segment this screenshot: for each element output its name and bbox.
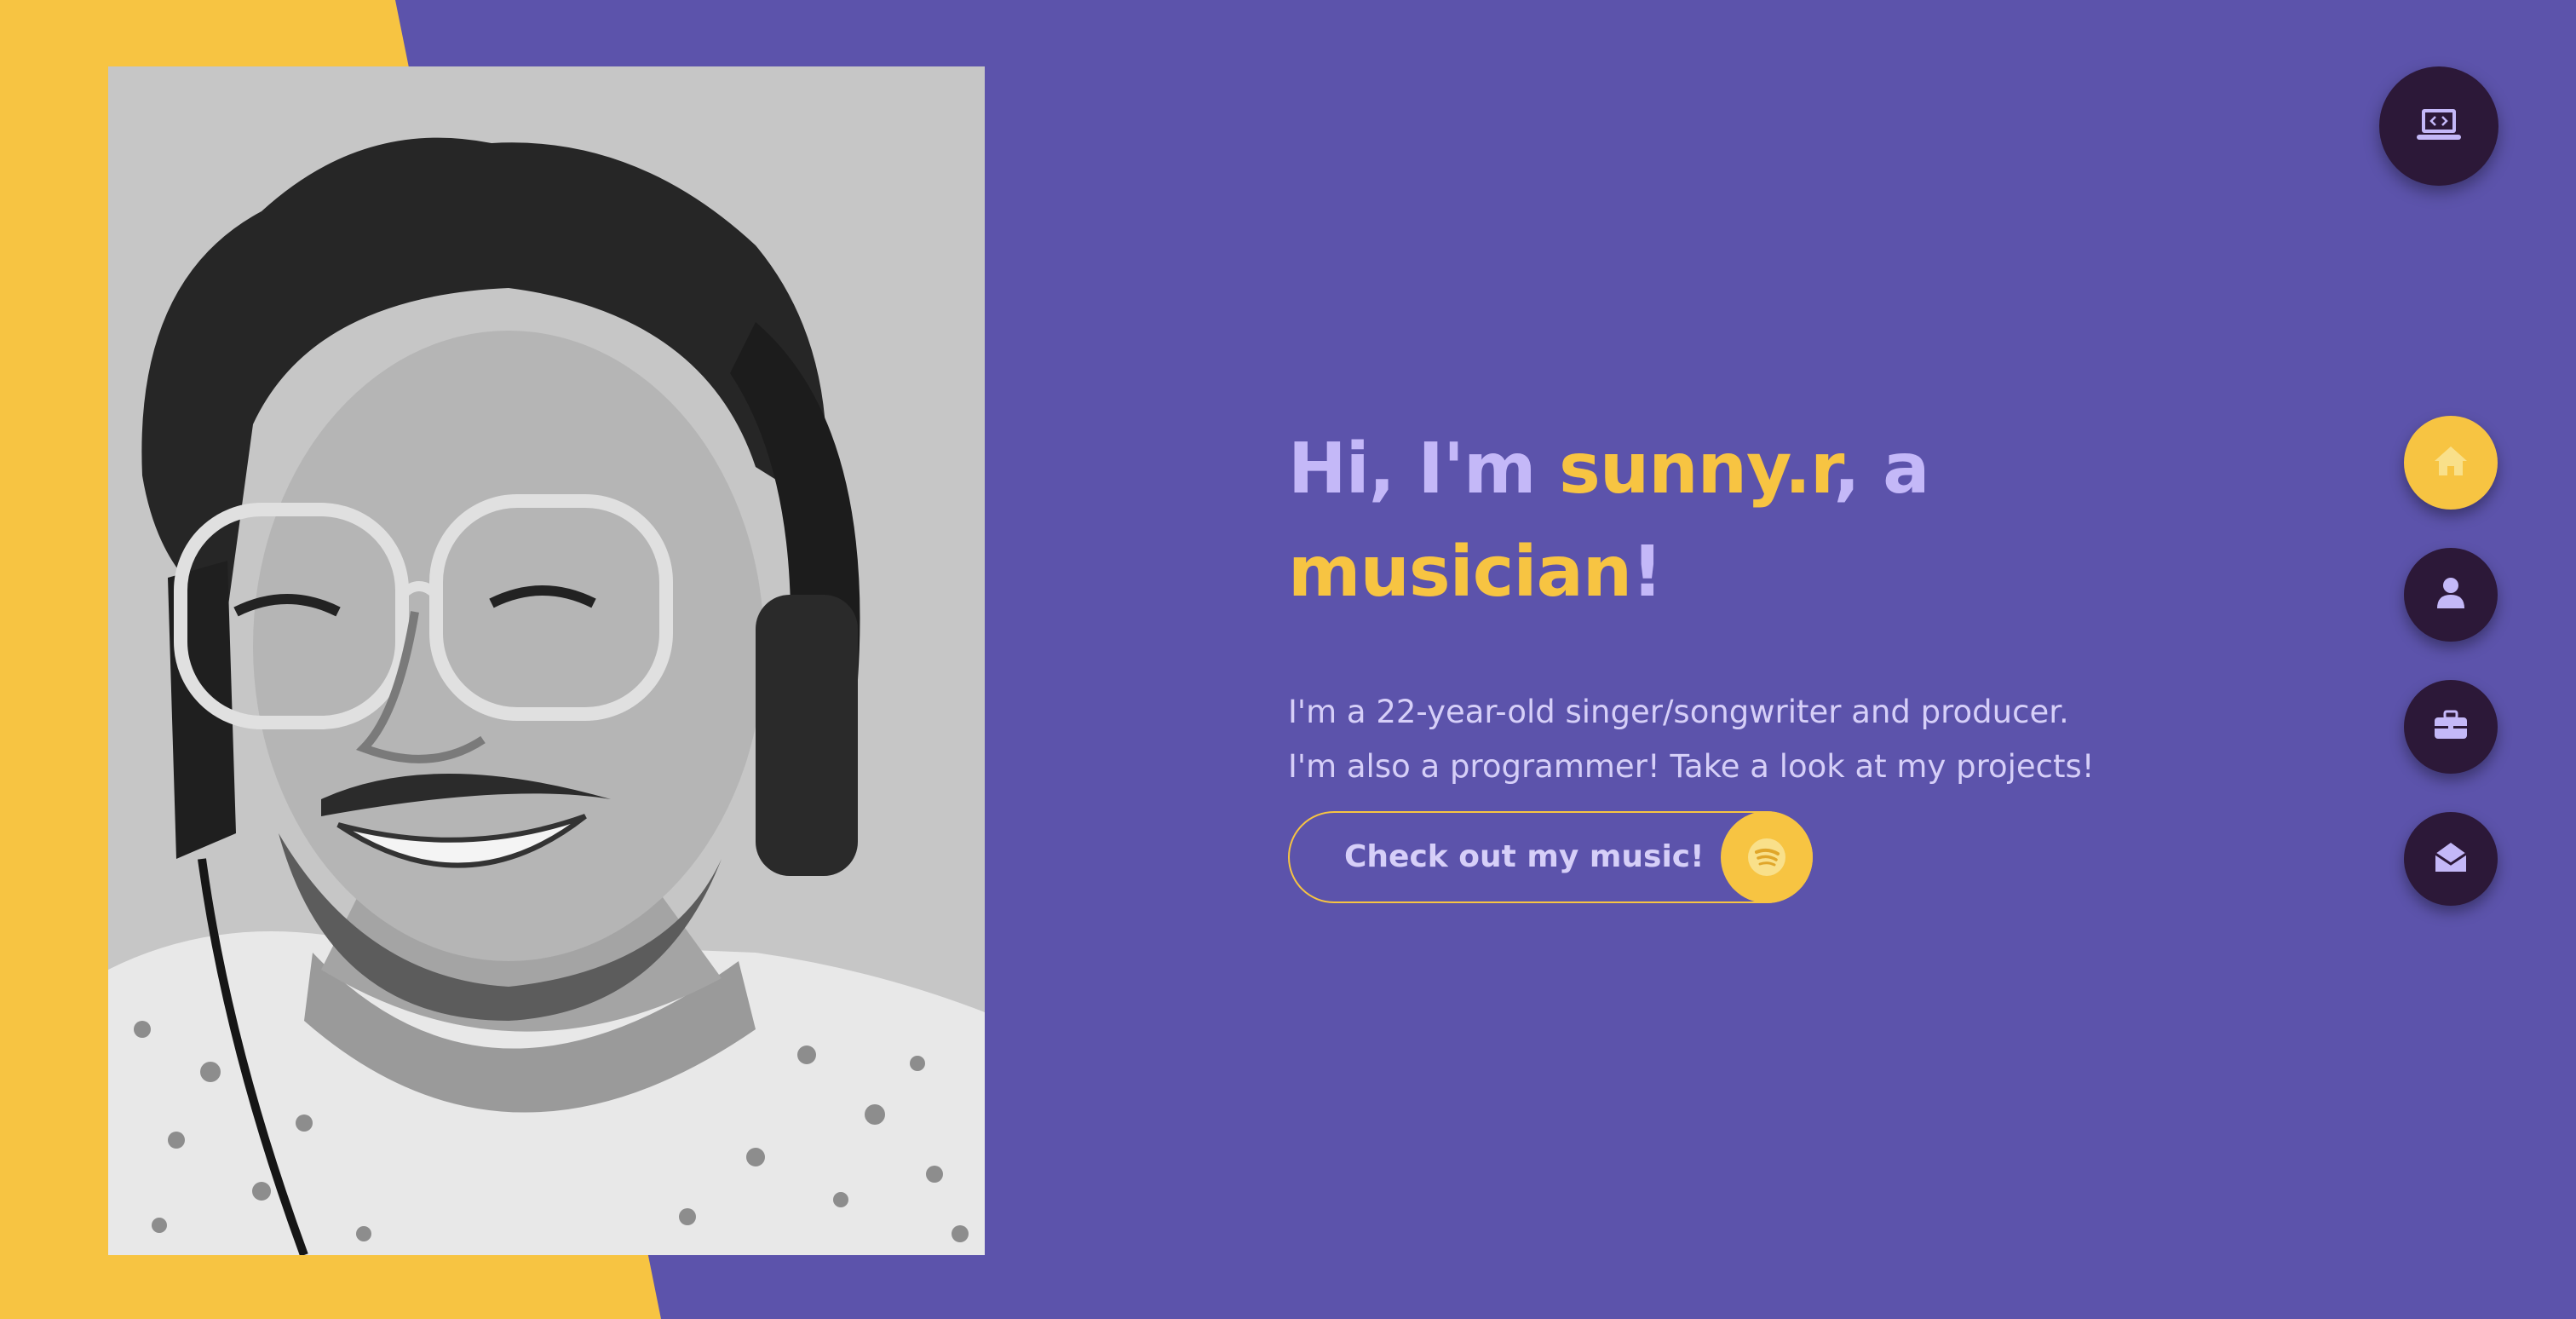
headline-mid: , a — [1833, 429, 1929, 510]
headline-role: musician — [1288, 532, 1632, 613]
profile-photo — [108, 66, 985, 1255]
hero-headline: Hi, I'm sunny.r, a musician! — [1288, 418, 2225, 624]
hero-section: Hi, I'm sunny.r, a musician! I'm a 22-yea… — [1288, 418, 2225, 903]
spotify-icon — [1721, 811, 1813, 903]
intro-line-1: I'm a 22-year-old singer/songwriter and … — [1288, 694, 2069, 730]
home-icon — [2432, 444, 2470, 481]
nav-portfolio-button[interactable] — [2404, 680, 2498, 774]
envelope-open-icon — [2433, 840, 2469, 878]
nav-about-button[interactable] — [2404, 548, 2498, 642]
briefcase-icon — [2433, 710, 2469, 744]
headline-name: sunny.r — [1559, 429, 1834, 510]
laptop-code-icon — [2417, 107, 2461, 145]
nav-home-button[interactable] — [2404, 416, 2498, 510]
headline-prefix: Hi, I'm — [1288, 429, 1560, 510]
hero-intro: I'm a 22-year-old singer/songwriter and … — [1288, 685, 2225, 794]
intro-line-2: I'm also a programmer! Take a look at my… — [1288, 748, 2095, 785]
portfolio-page: Hi, I'm sunny.r, a musician! I'm a 22-yea… — [0, 0, 2576, 1319]
nav-contact-button[interactable] — [2404, 812, 2498, 906]
check-out-music-button[interactable]: Check out my music! — [1288, 811, 1813, 903]
laptop-code-button[interactable] — [2379, 66, 2498, 186]
headline-end: ! — [1631, 532, 1663, 613]
music-button-label: Check out my music! — [1344, 839, 1705, 874]
user-icon — [2435, 576, 2466, 613]
